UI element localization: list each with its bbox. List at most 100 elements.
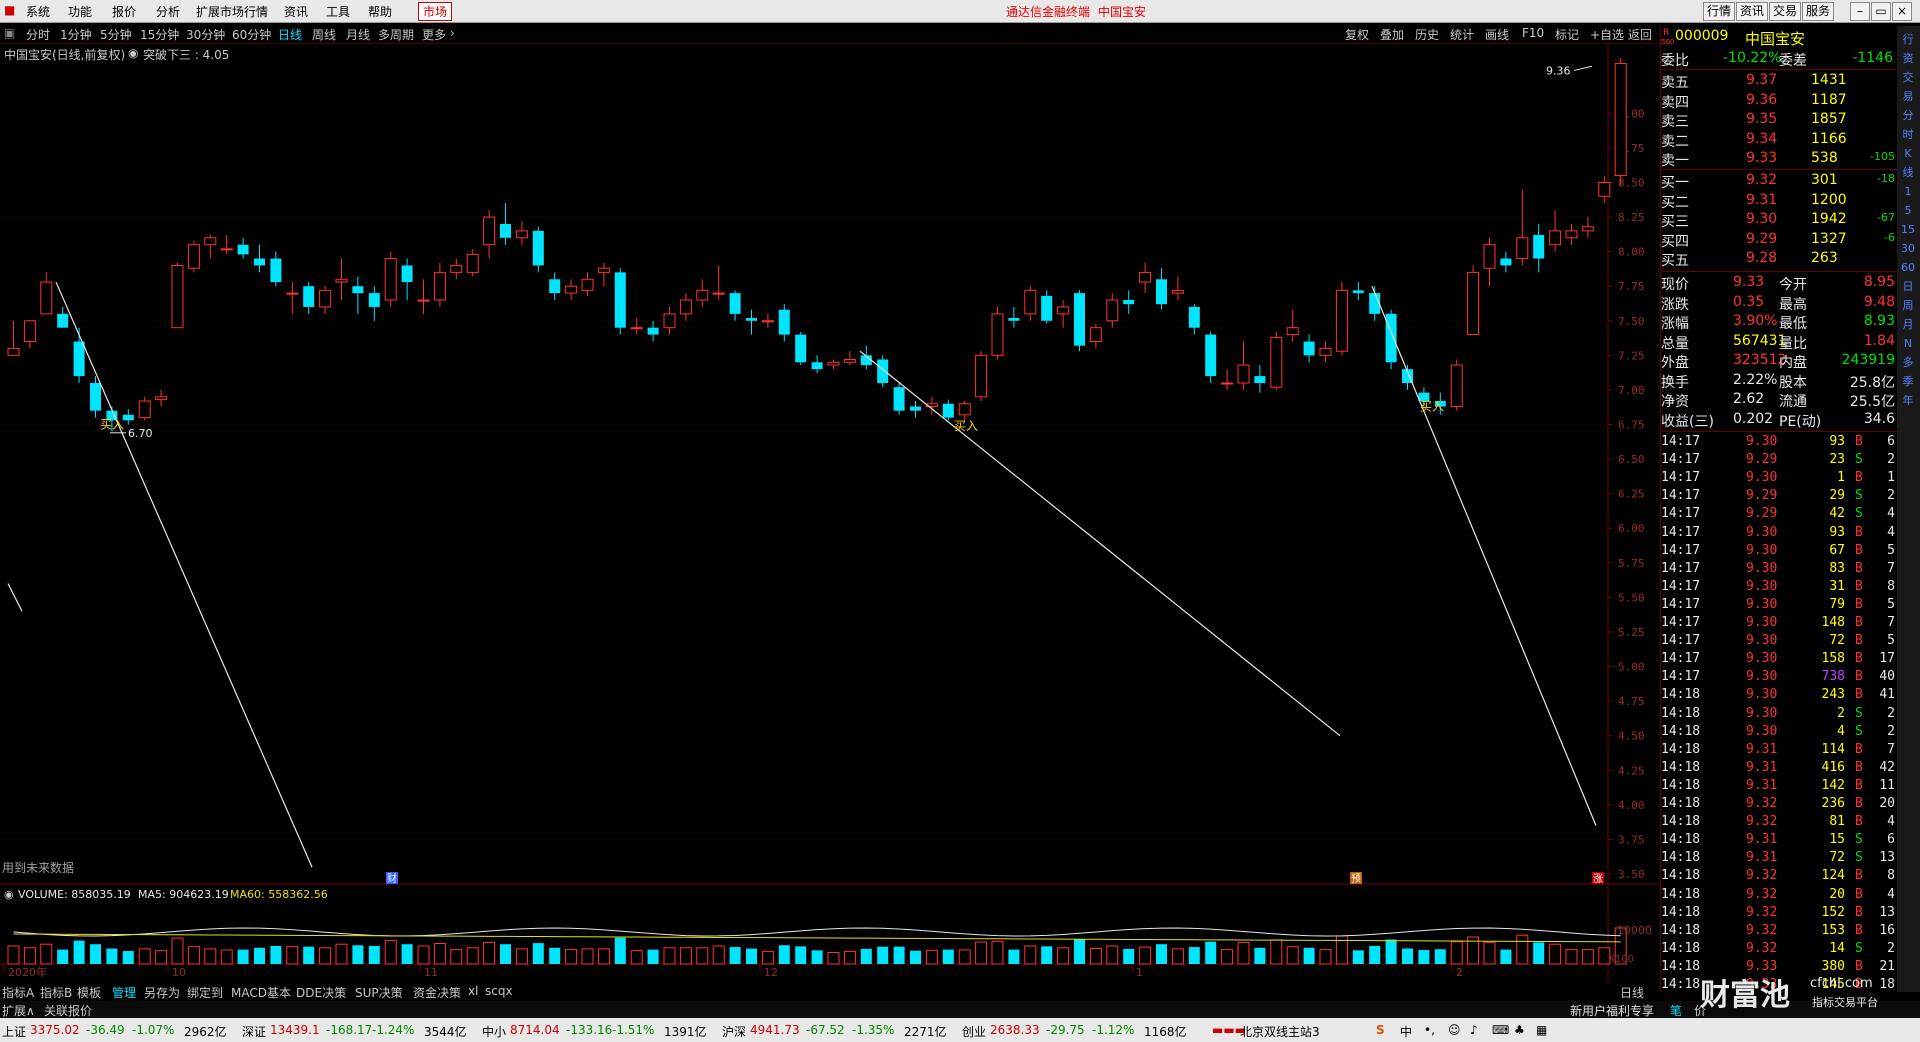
menu-news[interactable]: 资讯	[284, 3, 308, 20]
tab-macd[interactable]: MACD基本	[231, 984, 291, 1001]
candle-body-down	[1352, 290, 1364, 294]
right-tool-button[interactable]: 线	[1900, 165, 1916, 181]
menu-ext-market[interactable]: 扩展市场行情	[196, 3, 268, 20]
right-tool-button[interactable]: 分	[1900, 108, 1916, 124]
tab-indicator-a[interactable]: 指标A	[2, 984, 34, 1001]
right-tool-button[interactable]: 年	[1900, 393, 1916, 409]
menu-system[interactable]: 系统	[26, 3, 50, 20]
menu-market[interactable]: 市场	[418, 2, 453, 21]
menu-function[interactable]: 功能	[68, 3, 92, 20]
tab-pen[interactable]: 笔	[1670, 1002, 1682, 1019]
tab-xl[interactable]: xl	[468, 984, 478, 998]
right-tool-button[interactable]: 多	[1900, 355, 1916, 371]
expand-button[interactable]: 扩展∧	[2, 1002, 35, 1019]
right-tool-button[interactable]: 30	[1900, 241, 1916, 257]
period-15min[interactable]: 15分钟	[140, 26, 179, 43]
index-name: 沪深	[722, 1025, 747, 1039]
period-30min[interactable]: 30分钟	[186, 26, 225, 43]
period-more[interactable]: 更多	[422, 26, 446, 43]
candle-body-up	[696, 289, 709, 301]
tab-fund[interactable]: 资金决策	[413, 984, 461, 1001]
tab-save-as[interactable]: 另存为	[144, 984, 180, 1001]
right-tool-button[interactable]: 易	[1900, 89, 1916, 105]
menu-quote[interactable]: 报价	[112, 3, 136, 20]
right-tool-button[interactable]: 行	[1900, 32, 1916, 48]
shirt-icon[interactable]: ♣	[1514, 1023, 1525, 1037]
server-name[interactable]: 北京双线主站3	[1240, 1023, 1320, 1040]
right-tool-button[interactable]: 5	[1900, 203, 1916, 219]
tool-add-watch[interactable]: +自选	[1590, 26, 1624, 43]
period-60min[interactable]: 60分钟	[232, 26, 271, 43]
tool-draw[interactable]: 画线	[1485, 26, 1509, 43]
tab-bind-to[interactable]: 绑定到	[187, 984, 223, 1001]
right-tool-button[interactable]: N	[1900, 336, 1916, 352]
tab-scqx[interactable]: scqx	[485, 984, 513, 998]
tab-sup[interactable]: SUP决策	[355, 984, 403, 1001]
menu-tools[interactable]: 工具	[326, 3, 350, 20]
kline-chart[interactable]: 中国宝安(日线,前复权) ◉ 突破下三 : 4.05 9.00 8.75 8.50 8…	[0, 44, 1660, 992]
tab-template[interactable]: 模板	[77, 984, 101, 1001]
period-weekly[interactable]: 周线	[312, 26, 336, 43]
keyboard-icon[interactable]: ⌨	[1492, 1023, 1509, 1037]
period-daily[interactable]: 日线	[278, 26, 302, 43]
right-tool-button[interactable]: 15	[1900, 222, 1916, 238]
right-tool-button[interactable]: 日	[1900, 279, 1916, 295]
volume-bar-up	[1581, 949, 1594, 965]
app-logo-icon[interactable]: ■	[4, 3, 15, 17]
tick-row: 14:17 9.29 42 S 4	[1661, 506, 1897, 524]
volume-indicator-icon[interactable]: ◉	[4, 888, 14, 901]
tab-manage[interactable]: 管理	[112, 984, 136, 1001]
right-tool-button[interactable]: 周	[1900, 298, 1916, 314]
volume-bar-up	[1024, 945, 1037, 965]
period-multi[interactable]: 多周期	[378, 26, 414, 43]
tick-price: 9.30	[1746, 578, 1778, 594]
minimize-icon[interactable]: –	[1850, 2, 1870, 21]
tool-mark[interactable]: 标记	[1555, 26, 1579, 43]
right-tool-button[interactable]: 60	[1900, 260, 1916, 276]
ask-level-label: 卖一	[1661, 153, 1689, 169]
close-icon[interactable]: ×	[1892, 2, 1912, 21]
chart-canvas[interactable]: 9.008.758.508.258.007.757.507.257.006.75…	[0, 44, 1660, 982]
ime-chinese-icon[interactable]: 中	[1400, 1023, 1412, 1040]
period-monthly[interactable]: 月线	[346, 26, 370, 43]
tab-indicator-b[interactable]: 指标B	[40, 984, 72, 1001]
right-tool-button[interactable]: 交	[1900, 70, 1916, 86]
tool-stats[interactable]: 统计	[1450, 26, 1474, 43]
tool-history[interactable]: 历史	[1415, 26, 1439, 43]
promo-link[interactable]: 新用户福利专享	[1570, 1002, 1654, 1019]
right-tool-button[interactable]: 1	[1900, 184, 1916, 200]
top-button-service[interactable]: 服务	[1802, 2, 1834, 21]
emoji-icon[interactable]: ☺	[1448, 1023, 1461, 1037]
restore-icon[interactable]: ▭	[1871, 2, 1891, 21]
tick-volume: 93	[1829, 524, 1845, 540]
volume-bar-up	[335, 943, 348, 965]
tool-f10[interactable]: F10	[1522, 26, 1544, 40]
menu-analysis[interactable]: 分析	[156, 3, 180, 20]
top-button-trade[interactable]: 交易	[1769, 2, 1801, 21]
tab-dde[interactable]: DDE决策	[296, 984, 346, 1001]
panel-toggle-icon[interactable]: ▣	[4, 26, 15, 40]
related-quote-button[interactable]: 关联报价	[44, 1002, 92, 1019]
top-button-news[interactable]: 资讯	[1736, 2, 1768, 21]
right-tool-button[interactable]: 时	[1900, 127, 1916, 143]
period-intraday[interactable]: 分时	[26, 26, 50, 43]
ime-icon[interactable]: S	[1376, 1023, 1385, 1037]
right-tool-button[interactable]: K	[1900, 146, 1916, 162]
tool-adjust[interactable]: 复权	[1345, 26, 1369, 43]
right-tool-button[interactable]: 季	[1900, 374, 1916, 390]
menu-help[interactable]: 帮助	[368, 3, 392, 20]
tick-side: B	[1855, 560, 1863, 576]
right-tool-button[interactable]: 月	[1900, 317, 1916, 333]
right-tool-button[interactable]: 资	[1900, 51, 1916, 67]
weibi-value: -10.22%	[1723, 50, 1782, 66]
mic-icon[interactable]: ♪	[1470, 1023, 1478, 1037]
volume-bar-down	[73, 940, 85, 964]
grid-icon[interactable]: ▦	[1536, 1023, 1547, 1037]
ime-punct-icon[interactable]: •,	[1424, 1023, 1435, 1037]
period-1min[interactable]: 1分钟	[60, 26, 92, 43]
chevron-right-icon[interactable]: ›	[450, 26, 455, 40]
tool-overlay[interactable]: 叠加	[1380, 26, 1404, 43]
tool-back[interactable]: 返回	[1628, 26, 1652, 43]
period-5min[interactable]: 5分钟	[100, 26, 132, 43]
top-button-quote[interactable]: 行情	[1703, 2, 1735, 21]
